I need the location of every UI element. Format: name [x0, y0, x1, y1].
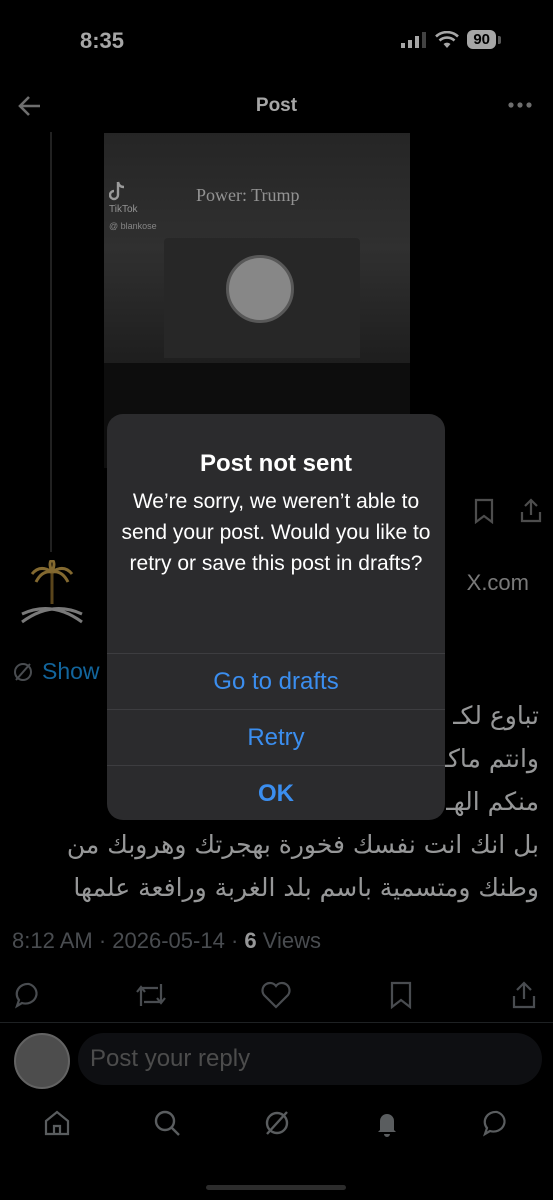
alert-title: Post not sent	[199, 450, 352, 477]
go-to-drafts-button[interactable]: Go to drafts	[107, 653, 445, 710]
alert-dialog: Post not sent We’re sorry, we weren’t ab…	[107, 414, 445, 820]
retry-button[interactable]: Retry	[107, 709, 445, 766]
alert-message: We’re sorry, we weren’t able to send you…	[121, 490, 431, 575]
ok-button[interactable]: OK	[107, 765, 445, 820]
